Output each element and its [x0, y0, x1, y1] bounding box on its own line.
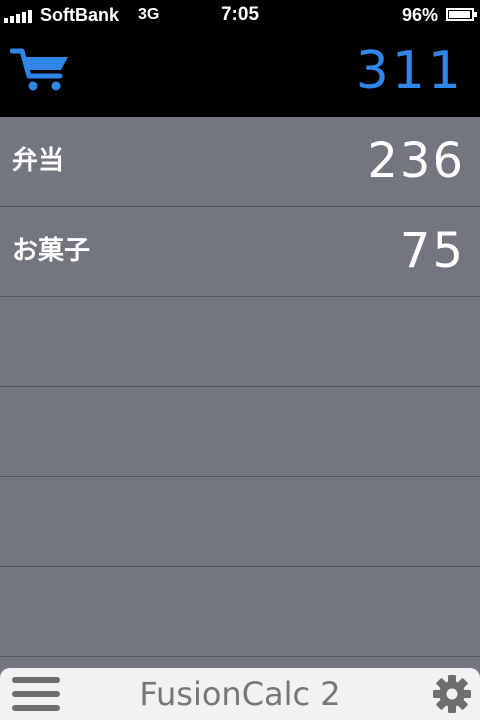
list-item[interactable]: お菓子 75	[0, 207, 480, 297]
status-bar: SoftBank 3G 7:05 96%	[0, 0, 480, 30]
list-item[interactable]: 弁当 236	[0, 117, 480, 207]
app-title: FusionCalc 2	[139, 675, 341, 713]
item-value: 236	[367, 133, 465, 189]
battery-percent: 96%	[401, 5, 438, 25]
battery-icon	[446, 8, 477, 21]
shopping-cart-icon[interactable]	[10, 46, 72, 92]
list-item[interactable]	[0, 477, 480, 567]
item-list: 弁当 236 お菓子 75	[0, 117, 480, 657]
total-amount: 311	[355, 41, 464, 101]
item-value: 75	[399, 223, 465, 279]
list-item[interactable]	[0, 297, 480, 387]
item-label: お菓子	[12, 236, 91, 266]
list-item[interactable]	[0, 567, 480, 657]
item-label: 弁当	[12, 146, 65, 176]
battery-level-fill	[449, 11, 470, 18]
header-bar: 311	[0, 30, 480, 117]
list-item[interactable]	[0, 387, 480, 477]
gear-icon[interactable]	[432, 674, 472, 714]
footer-bar: FusionCalc 2	[0, 668, 480, 720]
